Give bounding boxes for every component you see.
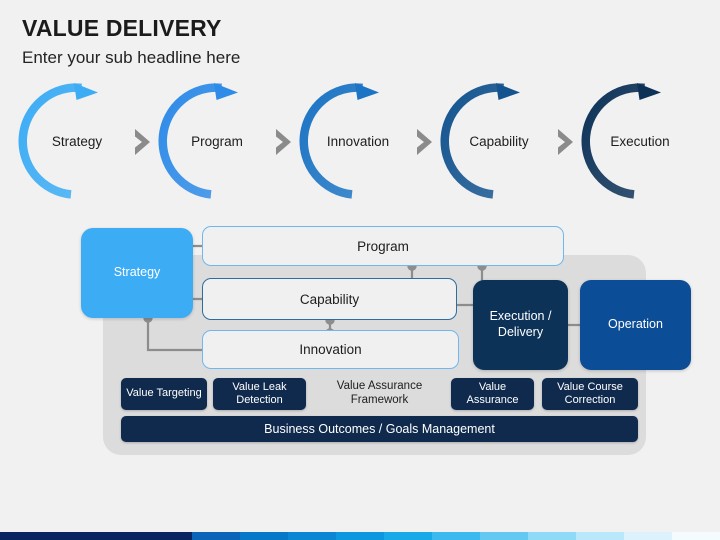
diagram-box-innovation-label: Innovation [299,342,362,357]
chevron-right-icon [133,128,153,156]
value-item-course-correction[interactable]: Value Course Correction [542,378,638,410]
diagram-box-execution-delivery[interactable]: Execution / Delivery [473,280,568,370]
value-item-leak-detection[interactable]: Value Leak Detection [213,378,306,410]
business-outcomes-bar-label: Business Outcomes / Goals Management [264,422,495,436]
bottom-bar-segment-3 [288,532,336,540]
bottom-bar-segment-11 [672,532,720,540]
bottom-bar-segment-10 [624,532,672,540]
process-circle-label: Execution [610,133,670,149]
diagram-box-capability-label: Capability [299,291,360,307]
value-item-assurance[interactable]: Value Assurance [451,378,534,410]
process-circle-innovation[interactable]: Innovation [299,82,417,200]
diagram-box-innovation[interactable]: Innovation [202,330,459,369]
process-circle-label: Strategy [51,133,103,149]
process-circle-capability[interactable]: Capability [440,82,558,200]
chevron-right-icon [415,128,435,156]
value-item-assurance-framework: Value Assurance Framework [312,378,447,410]
process-circle-label: Capability [469,133,529,149]
slide-canvas: VALUE DELIVERY Enter your sub headline h… [0,0,720,540]
chevron-right-icon [274,128,294,156]
process-circle-program[interactable]: Program [158,82,276,200]
page-title: VALUE DELIVERY [22,15,222,41]
bottom-bar-segment-8 [528,532,576,540]
bottom-bar-segment-6 [432,532,480,540]
bottom-bar-segment-1 [192,532,240,540]
bottom-bar-segment-5 [384,532,432,540]
diagram-box-execution-delivery-label: Execution / Delivery [489,309,552,339]
diagram-box-capability[interactable]: Capability [202,278,457,320]
business-outcomes-bar[interactable]: Business Outcomes / Goals Management [121,416,638,442]
value-item-targeting[interactable]: Value Targeting [121,378,207,410]
process-circle-label: Program [191,133,243,149]
process-circle-execution[interactable]: Execution [581,82,699,200]
process-circle-strategy[interactable]: Strategy [18,82,136,200]
diagram-box-program-label: Program [357,238,409,254]
value-item-assurance-framework-label: Value Assurance Framework [336,380,423,406]
diagram-box-strategy[interactable]: Strategy [81,228,193,318]
bottom-bar-segment-4 [336,532,384,540]
bottom-bar-segment-0 [0,532,192,540]
bottom-bar-segment-7 [480,532,528,540]
process-circle-row: Strategy Program Innovation Capability Execu… [0,82,720,200]
value-item-leak-detection-label: Value Leak Detection [232,380,287,406]
value-delivery-diagram: Strategy Program Capability Innovation E… [0,200,720,470]
diagram-box-program[interactable]: Program [202,226,564,266]
page-subtitle: Enter your sub headline here [22,48,241,67]
bottom-gradient-bar [0,532,720,540]
value-item-targeting-label: Value Targeting [126,387,202,400]
diagram-box-strategy-label: Strategy [113,265,161,280]
process-circle-label: Innovation [326,133,390,149]
diagram-box-operation-label: Operation [608,317,663,332]
bottom-bar-segment-9 [576,532,624,540]
chevron-right-icon [556,128,576,156]
value-item-assurance-label: Value Assurance [466,380,519,406]
value-item-course-correction-label: Value Course Correction [557,380,623,406]
diagram-box-operation[interactable]: Operation [580,280,691,370]
bottom-bar-segment-2 [240,532,288,540]
